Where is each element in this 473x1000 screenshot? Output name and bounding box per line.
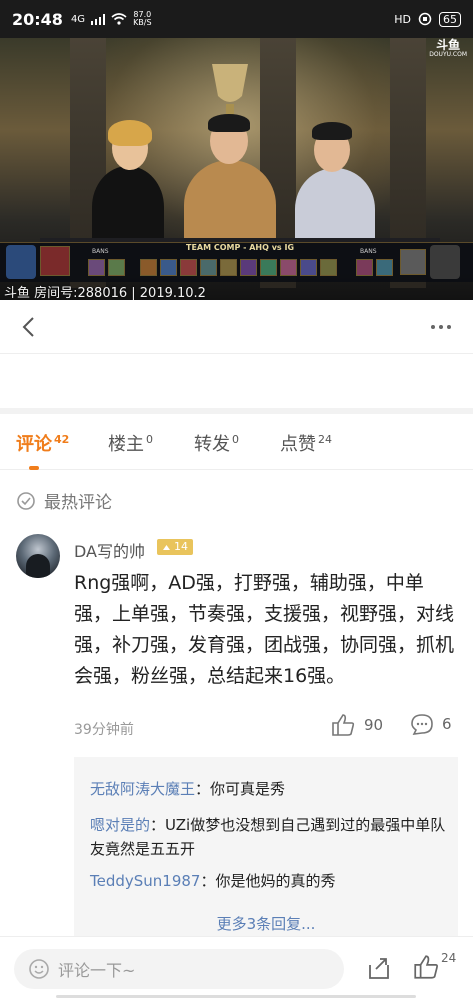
- tab-likes[interactable]: 点赞 24: [280, 430, 332, 456]
- champion-icon: [240, 259, 257, 276]
- room-caption: 斗鱼 房间号:288016 | 2019.10.2: [4, 286, 206, 300]
- level-icon: [163, 544, 170, 550]
- bans-left-label: BANS: [92, 248, 109, 255]
- team-comp-overlay: TEAM COMP - AHQ vs IG BANS BANS: [0, 242, 473, 282]
- reply-text: 你是他妈的真的秀: [215, 872, 336, 890]
- more-replies-link[interactable]: 更多3条回复...: [74, 913, 458, 934]
- douyu-watermark: 斗鱼 DOUYU.COM: [429, 38, 467, 58]
- champion-icon: [320, 259, 337, 276]
- champion-icon: [180, 259, 197, 276]
- comment-reply-button[interactable]: 6: [410, 712, 452, 736]
- ahq-logo-icon: [6, 245, 36, 279]
- tab-comments[interactable]: 评论 42: [16, 430, 69, 456]
- champion-icon: [300, 259, 317, 276]
- host-left-hair: [108, 120, 152, 146]
- level-badge: 14: [157, 539, 193, 555]
- comment-username[interactable]: DA写的帅: [74, 538, 145, 562]
- reply-text: 你可真是秀: [210, 780, 286, 798]
- ig-logo-icon: [430, 245, 460, 279]
- hot-comments-header: 最热评论: [16, 488, 112, 513]
- comment-tabs: 评论 42 楼主 0 转发 0 点赞 24: [0, 414, 473, 470]
- champion-icon: [40, 246, 70, 276]
- host-center: [184, 160, 276, 250]
- chevron-left-icon: [22, 317, 34, 337]
- signal-icon: [91, 13, 106, 25]
- video-player[interactable]: 斗鱼 DOUYU.COM TEAM COMP - AHQ vs IG BANS …: [0, 38, 473, 300]
- champion-icon: [200, 259, 217, 276]
- more-options-button[interactable]: [423, 313, 459, 341]
- alarm-icon: [418, 12, 432, 26]
- team-comp-title: TEAM COMP - AHQ vs IG: [185, 243, 295, 252]
- emoji-icon: [29, 959, 49, 979]
- champion-icon: [400, 249, 426, 275]
- clock: 20:48: [12, 9, 63, 29]
- reply-username[interactable]: 嗯对是的: [90, 816, 150, 834]
- bottom-bar: 评论一下~ 24: [0, 936, 473, 1000]
- status-bar: 20:48 4G 87.0 KB/S HD 65: [0, 0, 473, 38]
- reply-item[interactable]: 嗯对是的：UZi做梦也没想到自己遇到过的最强中单队友竟然是五五开: [90, 813, 446, 861]
- hd-label: HD: [394, 12, 411, 26]
- wifi-icon: [111, 13, 127, 25]
- host-right-hair: [312, 122, 352, 140]
- reply-username[interactable]: TeddySun1987: [90, 872, 200, 890]
- comment-like-button[interactable]: 90: [330, 712, 383, 738]
- net-speed: 87.0 KB/S: [133, 10, 152, 27]
- reply-list: 无敌阿涛大魔王：你可真是秀 嗯对是的：UZi做梦也没想到自己遇到过的最强中单队友…: [74, 757, 458, 937]
- avatar[interactable]: [16, 534, 60, 578]
- reply-username[interactable]: 无敌阿涛大魔王: [90, 780, 195, 798]
- home-indicator: [56, 995, 416, 998]
- comment-input-placeholder: 评论一下~: [58, 961, 136, 980]
- champion-icon: [220, 259, 237, 276]
- comment-input[interactable]: 评论一下~: [14, 949, 344, 989]
- active-tab-indicator: [29, 466, 39, 470]
- bans-right-label: BANS: [360, 248, 377, 255]
- champion-icon: [260, 259, 277, 276]
- host-left: [92, 166, 164, 248]
- app-root: { "status_bar": { "time": "20:48", "netw…: [0, 0, 473, 1000]
- champion-icon: [376, 259, 393, 276]
- host-center-hair: [208, 114, 250, 132]
- reply-item[interactable]: 无敌阿涛大魔王：你可真是秀: [90, 777, 446, 801]
- champion-icon: [88, 259, 105, 276]
- speech-bubble-icon: [411, 714, 433, 735]
- back-button[interactable]: [14, 313, 42, 341]
- comment-text: Rng强啊，AD强，打野强，辅助强，中单强，上单强，节奏强，支援强，视野强，对线…: [74, 572, 455, 687]
- champion-icon: [108, 259, 125, 276]
- champion-icon: [356, 259, 373, 276]
- share-icon[interactable]: [366, 955, 392, 981]
- like-count: 24: [441, 951, 457, 965]
- status-right: HD 65: [394, 11, 461, 27]
- more-dots-icon: [431, 325, 435, 329]
- champion-icon: [280, 259, 297, 276]
- comment-time: 39分钟前: [74, 722, 134, 738]
- battery-icon: 65: [439, 11, 461, 27]
- thumbs-up-icon: [332, 714, 355, 736]
- champion-icon: [160, 259, 177, 276]
- network-label: 4G: [70, 13, 86, 25]
- reply-item[interactable]: TeddySun1987：你是他妈的真的秀: [90, 869, 446, 893]
- champion-icon: [140, 259, 157, 276]
- status-icons: 4G 87.0 KB/S: [71, 11, 152, 27]
- thumbs-up-icon[interactable]: [412, 953, 440, 981]
- tab-reposts[interactable]: 转发 0: [194, 430, 239, 456]
- hot-target-icon: [17, 491, 35, 510]
- tab-author[interactable]: 楼主 0: [108, 430, 153, 456]
- top-nav: [0, 300, 473, 354]
